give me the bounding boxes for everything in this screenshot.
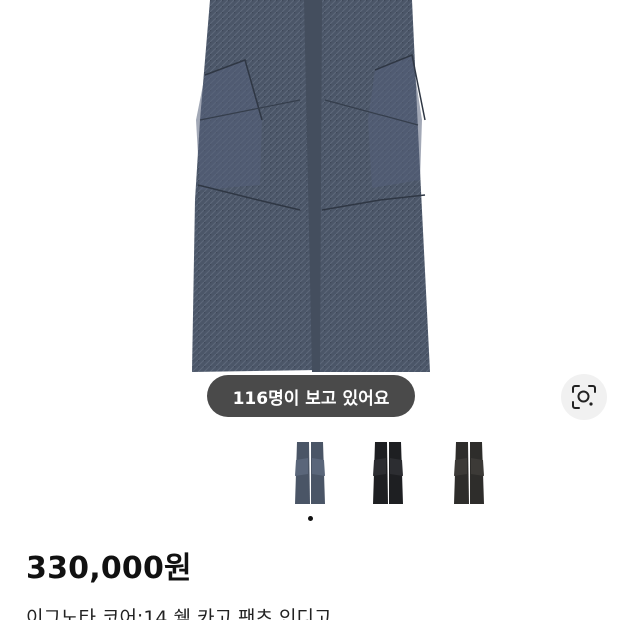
product-title: 이그노타 코어:14 쉘 카고 팬츠 인디고	[26, 607, 332, 620]
color-thumbnails	[0, 440, 620, 510]
product-main-image	[192, 0, 430, 372]
visual-search-button[interactable]	[561, 374, 607, 420]
thumbnail-indigo[interactable]	[293, 440, 327, 506]
viewers-count-text: 116명이 보고 있어요	[232, 388, 390, 409]
product-image-carousel[interactable]: 116명이 보고 있어요	[0, 0, 620, 430]
thumbnail-charcoal[interactable]	[452, 440, 486, 506]
product-price: 330,000원	[26, 551, 192, 586]
viewers-count-badge: 116명이 보고 있어요	[207, 375, 415, 417]
thumbnail-black[interactable]	[371, 440, 405, 506]
visual-search-icon	[572, 385, 596, 409]
active-thumbnail-indicator	[308, 516, 313, 521]
